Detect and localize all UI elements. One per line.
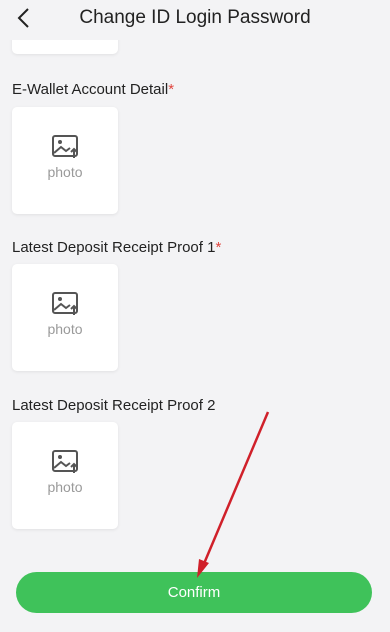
field-label-text: Latest Deposit Receipt Proof 1 xyxy=(12,239,216,256)
photo-placeholder: photo xyxy=(47,321,83,337)
page-title: Change ID Login Password xyxy=(79,7,311,28)
upload-card-receipt-2[interactable]: photo xyxy=(12,422,118,529)
field-label-receipt-1: Latest Deposit Receipt Proof 1* xyxy=(12,239,221,256)
required-marker: * xyxy=(168,81,175,98)
field-label-receipt-2: Latest Deposit Receipt Proof 2 xyxy=(12,397,215,414)
required-marker: * xyxy=(215,239,222,256)
header-bar: Change ID Login Password xyxy=(0,0,390,40)
photo-placeholder: photo xyxy=(47,164,83,180)
confirm-button[interactable]: Confirm xyxy=(16,572,372,613)
field-label-ewallet: E-Wallet Account Detail* xyxy=(12,81,174,98)
upload-card-ewallet[interactable]: photo xyxy=(12,107,118,214)
photo-placeholder: photo xyxy=(47,479,83,495)
image-upload-icon xyxy=(52,135,78,158)
upload-card-receipt-1[interactable]: photo xyxy=(12,264,118,371)
field-label-text: E-Wallet Account Detail xyxy=(12,81,169,98)
field-label-text: Latest Deposit Receipt Proof 2 xyxy=(12,397,216,414)
image-upload-icon xyxy=(52,292,78,315)
image-upload-icon xyxy=(52,450,78,473)
